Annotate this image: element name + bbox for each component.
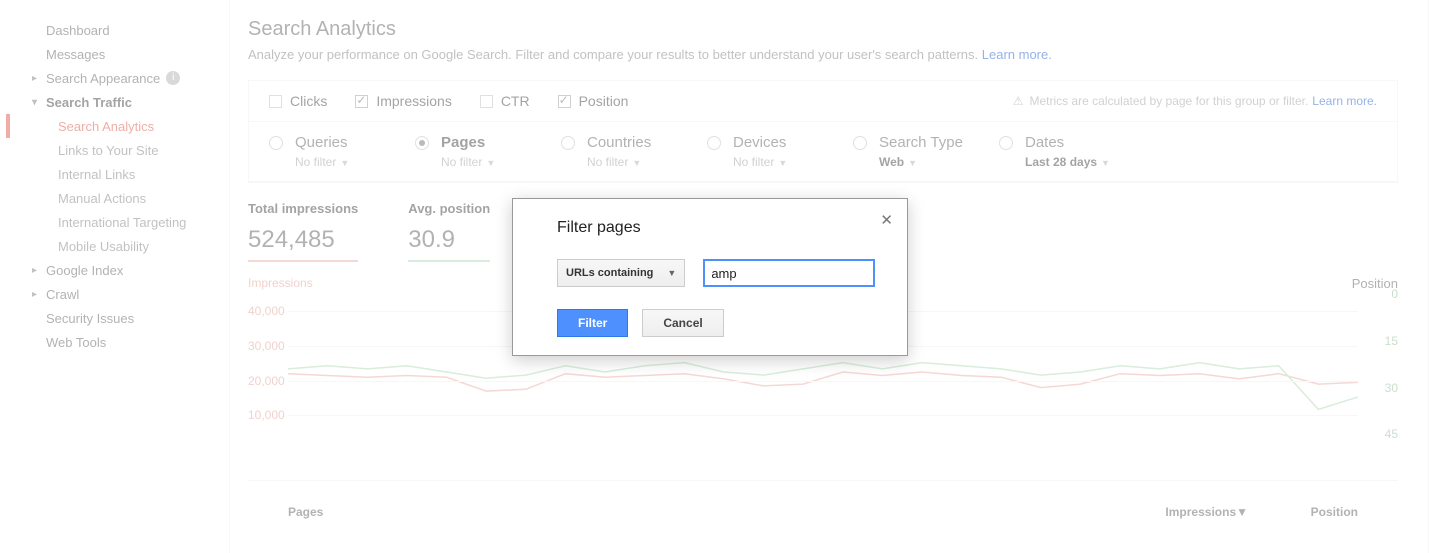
filter-mode-dropdown[interactable]: URLs containing▼ [557, 259, 685, 287]
close-icon[interactable]: ✕ [880, 211, 893, 229]
cancel-button[interactable]: Cancel [642, 309, 723, 337]
filter-value-input[interactable] [703, 259, 875, 287]
chevron-down-icon: ▼ [667, 268, 676, 278]
filter-button[interactable]: Filter [557, 309, 628, 337]
modal-title: Filter pages [557, 219, 885, 237]
filter-pages-modal: ✕ Filter pages URLs containing▼ Filter C… [512, 198, 908, 356]
